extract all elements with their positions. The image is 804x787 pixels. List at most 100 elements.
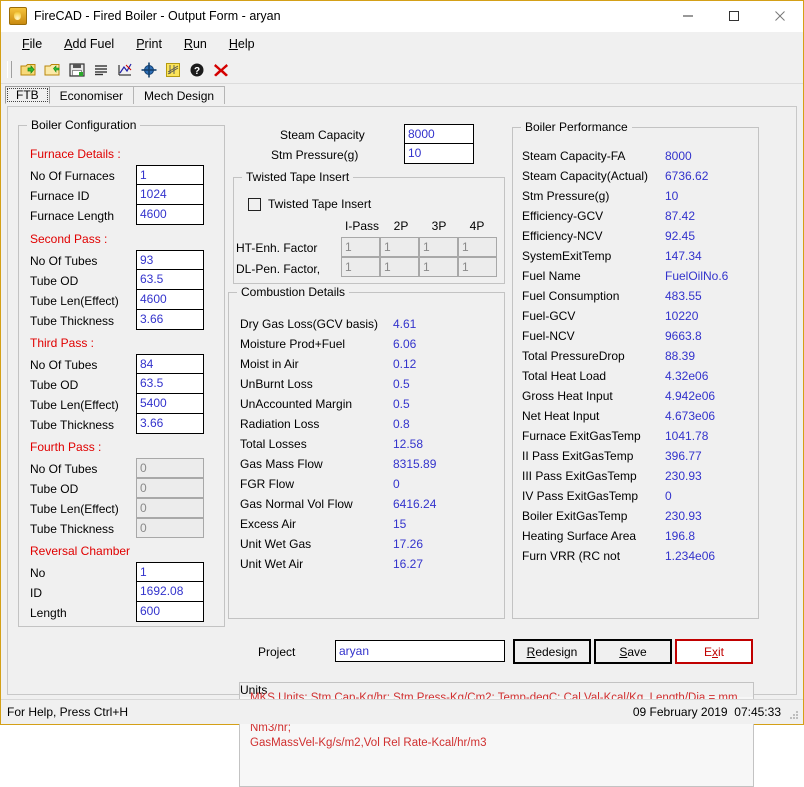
input-fourth-tube-thickness[interactable]: 0 [136, 518, 204, 538]
tab-ftb[interactable]: FTB [5, 86, 50, 104]
close-red-x-icon[interactable] [211, 60, 231, 80]
label-system-exit-temp: SystemExitTemp [522, 249, 611, 263]
twisted-tape-title: Twisted Tape Insert [242, 170, 353, 184]
new-document-icon[interactable] [19, 60, 39, 80]
help-question-icon[interactable]: ? [187, 60, 207, 80]
input-fourth-no-of-tubes[interactable]: 0 [136, 458, 204, 478]
label-unit-wet-air: Unit Wet Air [240, 557, 303, 571]
save-disk-icon[interactable] [67, 60, 87, 80]
twisted-tape-checkbox[interactable] [248, 198, 261, 211]
label-rc-no: No [30, 566, 45, 580]
input-third-tube-od[interactable]: 63.5 [136, 374, 204, 394]
menu-item-add-fuel[interactable]: Add Fuel [53, 34, 125, 54]
input-second-tube-od[interactable]: 63.5 [136, 270, 204, 290]
resize-grip[interactable] [788, 709, 800, 721]
input-no-of-furnaces[interactable]: 1 [136, 165, 204, 185]
input-steam-capacity[interactable]: 8000 [404, 124, 474, 144]
input-third-tube-len[interactable]: 5400 [136, 394, 204, 414]
input-third-no-of-tubes[interactable]: 84 [136, 354, 204, 374]
label-net-heat-input: Net Heat Input [522, 409, 599, 423]
toolbar-grip[interactable] [7, 61, 12, 78]
combustion-details-title: Combustion Details [237, 285, 349, 299]
label-fgr-flow: FGR Flow [240, 477, 294, 491]
settings-crosshair-icon[interactable] [139, 60, 159, 80]
label-unit-wet-gas: Unit Wet Gas [240, 537, 311, 551]
menu-item-print[interactable]: Print [125, 34, 173, 54]
value-ii-pass-exit-gas-temp: 396.77 [665, 449, 702, 463]
print-icon[interactable] [91, 60, 111, 80]
value-efficiency-gcv: 87.42 [665, 209, 695, 223]
exit-button[interactable]: Exit [675, 639, 753, 664]
value-total-heat-load: 4.32e06 [665, 369, 708, 383]
section-second-pass: Second Pass : [30, 232, 107, 246]
menu-print-rest: rint [145, 37, 162, 51]
twisted-tape-checkbox-row[interactable]: Twisted Tape Insert [248, 197, 371, 211]
chart-icon[interactable] [115, 60, 135, 80]
input-dl-pen-1p[interactable]: 1 [341, 257, 380, 277]
label-furnace-id: Furnace ID [30, 189, 89, 203]
status-bar: For Help, Press Ctrl+H 09 February 2019 … [1, 699, 803, 724]
input-ht-enh-2p[interactable]: 1 [380, 237, 419, 257]
input-ht-enh-1p[interactable]: 1 [341, 237, 380, 257]
boiler-configuration-title: Boiler Configuration [27, 118, 140, 132]
input-fourth-tube-len[interactable]: 0 [136, 498, 204, 518]
menu-item-run[interactable]: Run [173, 34, 218, 54]
label-third-no-of-tubes: No Of Tubes [30, 358, 97, 372]
redesign-button[interactable]: Redesign [513, 639, 591, 664]
save-button[interactable]: Save [594, 639, 672, 664]
label-efficiency-ncv: Efficiency-NCV [522, 229, 602, 243]
input-furnace-length[interactable]: 4600 [136, 205, 204, 225]
value-gas-normal-vol-flow: 6416.24 [393, 497, 436, 511]
label-fuel-gcv: Fuel-GCV [522, 309, 575, 323]
input-rc-length[interactable]: 600 [136, 602, 204, 622]
boiler-performance-title: Boiler Performance [521, 120, 632, 134]
open-folder-icon[interactable] [43, 60, 63, 80]
label-boiler-exit-gas-temp: Boiler ExitGasTemp [522, 509, 627, 523]
input-dl-pen-4p[interactable]: 1 [458, 257, 497, 277]
label-unaccounted-margin: UnAccounted Margin [240, 397, 352, 411]
label-second-tube-len: Tube Len(Effect) [30, 294, 119, 308]
toolbar: ? [1, 56, 803, 84]
label-moist-in-air: Moist in Air [240, 357, 299, 371]
input-dl-pen-2p[interactable]: 1 [380, 257, 419, 277]
tab-mech-design[interactable]: Mech Design [133, 86, 225, 104]
tab-economiser[interactable]: Economiser [49, 86, 134, 104]
input-ht-enh-4p[interactable]: 1 [458, 237, 497, 257]
input-project[interactable]: aryan [335, 640, 505, 662]
section-fourth-pass: Fourth Pass : [30, 440, 101, 454]
input-rc-no[interactable]: 1 [136, 562, 204, 582]
input-second-tube-len[interactable]: 4600 [136, 290, 204, 310]
label-ii-pass-exit-gas-temp: II Pass ExitGasTemp [522, 449, 633, 463]
value-heating-surface-area: 196.8 [665, 529, 695, 543]
application-window: FireCAD - Fired Boiler - Output Form - a… [0, 0, 804, 725]
notepad-icon[interactable] [163, 60, 183, 80]
label-dl-pen-factor: DL-Pen. Factor, [236, 262, 320, 276]
input-stm-pressure[interactable]: 10 [404, 144, 474, 164]
window-title: FireCAD - Fired Boiler - Output Form - a… [34, 9, 281, 23]
col-head-2p: 2P [383, 219, 419, 233]
input-fourth-tube-od[interactable]: 0 [136, 478, 204, 498]
input-second-tube-thickness[interactable]: 3.66 [136, 310, 204, 330]
tab-strip: FTB Economiser Mech Design [1, 84, 803, 104]
input-rc-id[interactable]: 1692.08 [136, 582, 204, 602]
value-moisture-prod-fuel: 6.06 [393, 337, 416, 351]
input-second-no-of-tubes[interactable]: 93 [136, 250, 204, 270]
input-dl-pen-3p[interactable]: 1 [419, 257, 458, 277]
status-help-text: For Help, Press Ctrl+H [7, 705, 128, 719]
input-furnace-id[interactable]: 1024 [136, 185, 204, 205]
maximize-button[interactable] [711, 1, 757, 31]
label-excess-air: Excess Air [240, 517, 296, 531]
value-fuel-gcv: 10220 [665, 309, 698, 323]
value-unburnt-loss: 0.5 [393, 377, 410, 391]
value-unit-wet-gas: 17.26 [393, 537, 423, 551]
label-rc-id: ID [30, 586, 42, 600]
label-project: Project [258, 645, 295, 659]
close-button[interactable] [757, 1, 803, 31]
input-third-tube-thickness[interactable]: 3.66 [136, 414, 204, 434]
menu-item-help[interactable]: Help [218, 34, 266, 54]
minimize-button[interactable] [665, 1, 711, 31]
input-ht-enh-3p[interactable]: 1 [419, 237, 458, 257]
menu-item-file[interactable]: File [11, 34, 53, 54]
label-second-tube-thickness: Tube Thickness [30, 314, 114, 328]
label-efficiency-gcv: Efficiency-GCV [522, 209, 603, 223]
